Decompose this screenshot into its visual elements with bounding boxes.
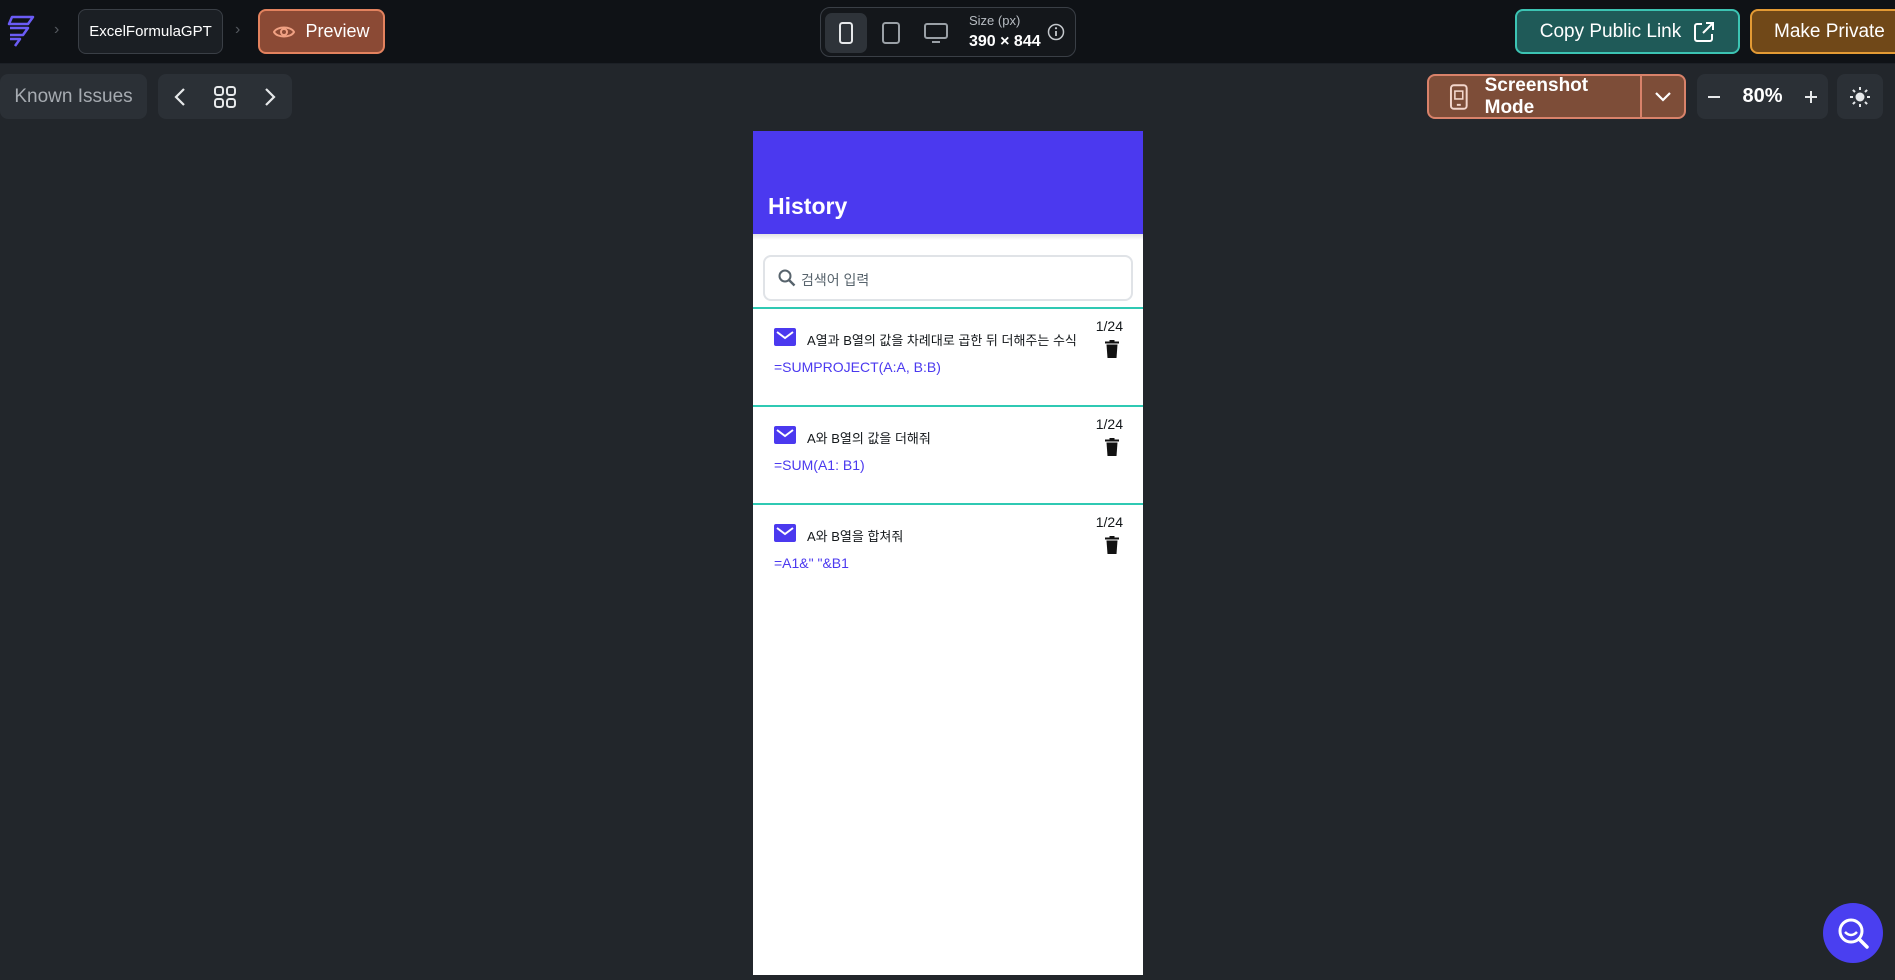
support-search-button[interactable] — [1823, 903, 1883, 963]
zoom-control: 80% — [1697, 74, 1828, 119]
page-navigation — [158, 74, 292, 119]
history-list-item[interactable]: A열과 B열의 값을 차례대로 곱한 뒤 더해주는 수식 =SUMPROJECT… — [753, 307, 1143, 405]
minus-icon — [1708, 95, 1720, 98]
app-header: History — [753, 131, 1143, 234]
history-question: A와 B열의 값을 더해줘 — [807, 431, 931, 446]
screenshot-mode-label: Screenshot Mode — [1484, 74, 1589, 118]
theme-toggle-button[interactable] — [1837, 74, 1883, 119]
support-search-icon — [1838, 918, 1869, 949]
known-issues-label: Known Issues — [14, 85, 133, 107]
trash-icon[interactable] — [1105, 536, 1119, 554]
history-formula: =A1&" "&B1 — [774, 555, 849, 571]
tablet-icon — [882, 22, 900, 44]
preview-label: Preview — [305, 21, 370, 41]
known-issues-button[interactable]: Known Issues — [0, 74, 147, 119]
info-icon[interactable] — [1047, 23, 1065, 41]
history-date: 1/24 — [1095, 514, 1123, 530]
screenshot-mode-dropdown-button[interactable] — [1642, 76, 1684, 117]
size-value: 390 × 844 — [969, 33, 1041, 50]
history-question: A열과 B열의 값을 차례대로 곱한 뒤 더해주는 수식 — [807, 333, 1077, 348]
trash-icon[interactable] — [1105, 340, 1119, 358]
zoom-out-button[interactable] — [1697, 74, 1731, 119]
desktop-device-button[interactable] — [915, 13, 957, 53]
copy-public-link-button[interactable]: Copy Public Link — [1515, 9, 1740, 54]
desktop-icon — [924, 23, 948, 43]
phone-device-button[interactable] — [825, 13, 867, 53]
breadcrumb-separator: › — [54, 21, 60, 38]
previous-page-button[interactable] — [158, 74, 202, 119]
external-link-icon — [1694, 21, 1715, 42]
chevron-right-icon — [265, 87, 276, 106]
sun-icon — [1850, 86, 1870, 107]
preview-button[interactable]: Preview — [258, 9, 385, 54]
screenshot-mode-button[interactable]: Screenshot Mode — [1429, 74, 1640, 118]
eye-icon — [273, 26, 296, 37]
history-list-item[interactable]: A와 B열을 합쳐줘 =A1&" "&B1 1/24 — [753, 503, 1143, 601]
breadcrumb-separator: › — [235, 21, 241, 38]
all-pages-button[interactable] — [203, 74, 247, 119]
search-icon — [778, 269, 796, 287]
phone-icon — [839, 22, 853, 44]
history-question: A와 B열을 합쳐줘 — [807, 529, 904, 544]
device-size-selector: Size (px) 390 × 844 — [820, 7, 1076, 57]
plus-icon — [1805, 90, 1817, 103]
size-label: Size (px) — [969, 13, 1021, 28]
history-formula: =SUM(A1: B1) — [774, 457, 865, 473]
app-logo-icon[interactable] — [6, 14, 36, 48]
search-placeholder: 검색어 입력 — [801, 272, 870, 288]
trash-icon[interactable] — [1105, 438, 1119, 456]
zoom-in-button[interactable] — [1794, 74, 1828, 119]
make-private-label: Make Private — [1774, 20, 1885, 42]
header-shadow — [753, 234, 1143, 240]
project-name-label: ExcelFormulaGPT — [89, 23, 212, 40]
make-private-button[interactable]: Make Private — [1750, 9, 1895, 54]
screenshot-mode-control: Screenshot Mode — [1427, 74, 1686, 119]
mail-icon — [774, 524, 796, 542]
history-list-item[interactable]: A와 B열의 값을 더해줘 =SUM(A1: B1) 1/24 — [753, 405, 1143, 503]
history-date: 1/24 — [1095, 318, 1123, 334]
phone-preview-canvas: History 검색어 입력 A열과 B열의 값을 차례대로 곱한 뒤 더해주는… — [753, 131, 1143, 975]
chevron-left-icon — [174, 87, 185, 106]
grid-icon — [214, 85, 236, 108]
next-page-button[interactable] — [248, 74, 292, 119]
project-name-button[interactable]: ExcelFormulaGPT — [78, 9, 223, 54]
chevron-down-icon — [1655, 92, 1671, 102]
history-formula: =SUMPROJECT(A:A, B:B) — [774, 359, 941, 375]
history-date: 1/24 — [1095, 416, 1123, 432]
tablet-device-button[interactable] — [870, 13, 912, 53]
top-bar: › ExcelFormulaGPT › Preview Size (px) 39… — [0, 0, 1895, 64]
zoom-level: 80% — [1742, 85, 1783, 107]
search-input[interactable]: 검색어 입력 — [763, 255, 1133, 301]
page-title: History — [768, 193, 848, 219]
copy-public-link-label: Copy Public Link — [1539, 20, 1682, 42]
mobile-screenshot-icon — [1449, 83, 1468, 110]
mail-icon — [774, 328, 796, 346]
mail-icon — [774, 426, 796, 444]
